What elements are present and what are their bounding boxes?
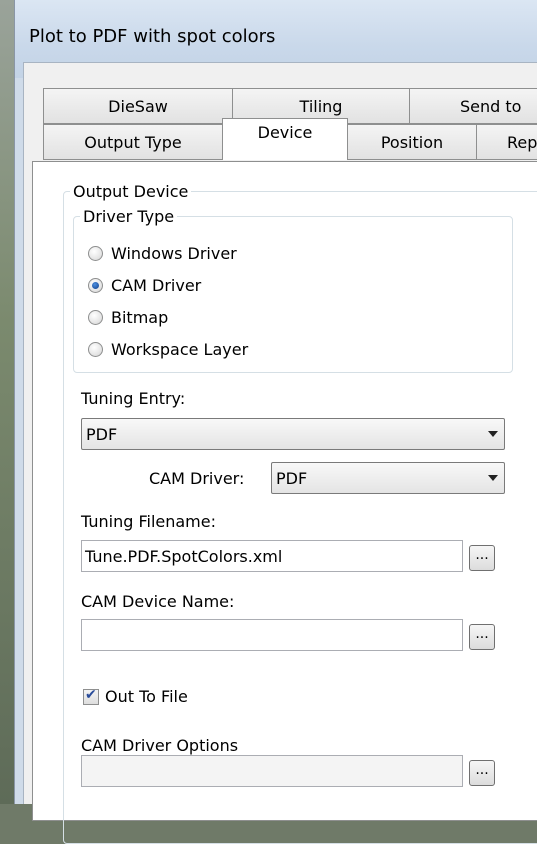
chevron-down-icon — [488, 431, 498, 437]
tab-device[interactable]: Device — [222, 118, 348, 160]
tuning-entry-dropdown[interactable]: PDF — [81, 418, 505, 450]
out-to-file-label: Out To File — [105, 687, 188, 706]
background-desktop — [0, 0, 14, 804]
tuning-filename-input[interactable]: Tune.PDF.SpotColors.xml — [81, 540, 463, 572]
radio-cam-driver-label: CAM Driver — [111, 276, 202, 295]
out-to-file-checkbox[interactable]: Out To File — [83, 687, 188, 706]
cam-driver-label: CAM Driver: — [149, 469, 245, 488]
tuning-entry-label: Tuning Entry: — [81, 389, 186, 408]
cam-device-name-input[interactable] — [81, 619, 463, 651]
radio-button-icon — [88, 246, 103, 261]
radio-windows-driver[interactable]: Windows Driver — [88, 244, 237, 263]
tab-send-to[interactable]: Send to — [409, 88, 537, 124]
radio-button-selected-icon — [88, 278, 103, 293]
cam-driver-options-input[interactable] — [81, 755, 463, 787]
window-title: Plot to PDF with spot colors — [29, 26, 276, 47]
tab-output-type[interactable]: Output Type — [43, 124, 223, 160]
tuning-filename-value: Tune.PDF.SpotColors.xml — [85, 547, 283, 566]
chevron-down-icon — [488, 475, 498, 481]
radio-bitmap-label: Bitmap — [111, 308, 169, 327]
tab-position[interactable]: Position — [347, 124, 477, 160]
device-tab-panel: Output Device Driver Type Windows Driver… — [32, 161, 537, 844]
radio-button-icon — [88, 310, 103, 325]
tab-diesaw[interactable]: DieSaw — [43, 88, 233, 124]
cam-device-name-label: CAM Device Name: — [81, 592, 235, 611]
radio-workspace-layer-label: Workspace Layer — [111, 340, 249, 359]
tuning-filename-label: Tuning Filename: — [81, 512, 216, 531]
tuning-filename-browse-button[interactable]: ... — [469, 545, 495, 571]
output-device-legend: Output Device — [73, 182, 189, 201]
tuning-entry-value: PDF — [86, 425, 118, 444]
radio-workspace-layer[interactable]: Workspace Layer — [88, 340, 248, 359]
cam-device-name-browse-button[interactable]: ... — [469, 624, 495, 650]
checkbox-checked-icon — [83, 687, 99, 705]
cam-driver-dropdown[interactable]: PDF — [271, 462, 505, 494]
radio-windows-driver-label: Windows Driver — [111, 244, 237, 263]
driver-type-legend: Driver Type — [83, 207, 175, 226]
radio-cam-driver[interactable]: CAM Driver — [88, 276, 201, 295]
radio-bitmap[interactable]: Bitmap — [88, 308, 168, 327]
cam-driver-options-label: CAM Driver Options — [81, 736, 239, 755]
tab-rep[interactable]: Rep — [476, 124, 537, 160]
radio-button-icon — [88, 342, 103, 357]
cam-driver-value: PDF — [276, 469, 308, 488]
cam-driver-options-browse-button[interactable]: ... — [469, 760, 495, 786]
